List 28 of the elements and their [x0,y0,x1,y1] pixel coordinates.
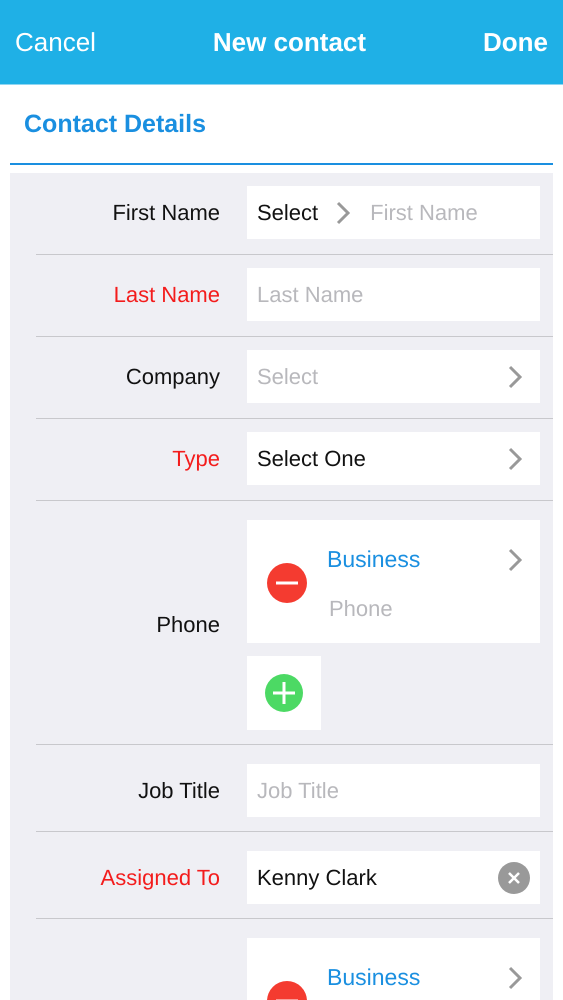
field-label: Company [126,364,220,390]
select-text[interactable]: Select [257,200,318,226]
input-field[interactable]: Job Title [247,764,540,817]
field-label: First Name [112,200,220,226]
cancel-button[interactable]: Cancel [15,26,96,58]
field-label: Type [172,446,220,472]
name-field[interactable]: Select First Name [247,186,540,239]
section-title: Contact Details [24,110,206,138]
phone-type[interactable]: Business [327,964,420,991]
field-label: Assigned To [100,864,220,890]
select-field[interactable]: Select [247,350,540,403]
clear-icon[interactable] [498,862,530,894]
remove-icon[interactable] [267,563,307,603]
add-icon [265,674,303,712]
chevron-icon [508,548,522,572]
input-field[interactable]: Last Name [247,268,540,321]
chevron-icon [336,200,350,224]
done-button[interactable]: Done [483,26,548,58]
phone-type[interactable]: Business [327,546,420,573]
select-field[interactable]: Select One [247,432,540,485]
field-label: Phone [156,612,220,638]
chevron-icon [508,966,522,990]
assignee-field[interactable]: Kenny Clark [247,851,540,904]
screen-title: New contact [212,26,366,58]
field-label: Last Name [114,282,220,308]
chevron-icon [508,446,522,470]
chevron-icon [508,364,522,388]
field-label: Job Title [138,778,220,804]
